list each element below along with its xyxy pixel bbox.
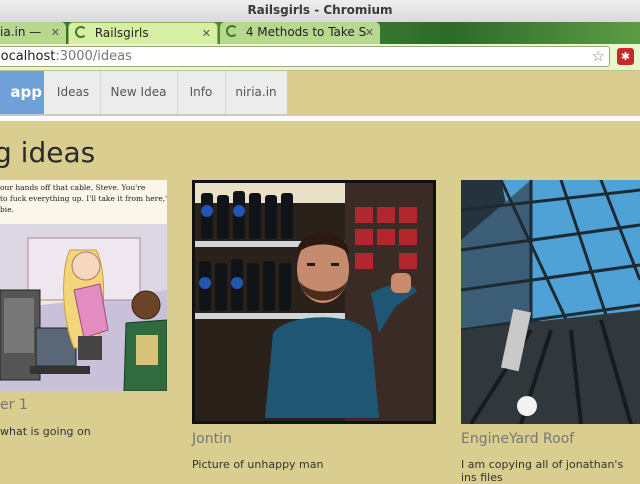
extension-icon[interactable]: ✱ bbox=[617, 48, 634, 65]
url-text: localhost:3000/ideas bbox=[0, 49, 132, 64]
url-host: localhost bbox=[0, 49, 56, 64]
comic-illustration: our hands off that cable, Steve. You're … bbox=[0, 180, 167, 391]
idea-image-comic[interactable]: our hands off that cable, Steve. You're … bbox=[0, 180, 167, 391]
url-path: :3000/ideas bbox=[55, 49, 132, 64]
loading-icon bbox=[226, 25, 238, 37]
tab-close-icon[interactable]: ✕ bbox=[202, 23, 211, 44]
page-title: g ideas bbox=[0, 136, 96, 169]
idea-description: what is going on bbox=[0, 425, 91, 438]
window-titlebar: Railsgirls - Chromium bbox=[0, 0, 640, 23]
window-title: Railsgirls - Chromium bbox=[247, 3, 393, 17]
tab-railsgirls[interactable]: Railsgirls ✕ bbox=[68, 22, 218, 44]
tab-label: Railsgirls bbox=[94, 26, 149, 40]
idea-title[interactable]: Jontin bbox=[192, 431, 232, 447]
tab-close-icon[interactable]: ✕ bbox=[51, 22, 60, 43]
comic-line-2: to fuck everything up. I'll take it from… bbox=[0, 194, 167, 203]
idea-description: Picture of unhappy man bbox=[192, 458, 324, 471]
idea-title[interactable]: EngineYard Roof bbox=[461, 431, 574, 447]
tab-strip: ia.in — ✕ 4 Methods to Take S ✕ Railsgir… bbox=[0, 22, 640, 44]
comic-line-1: our hands off that cable, Steve. You're bbox=[0, 183, 146, 192]
tab-label: ia.in — bbox=[0, 25, 42, 39]
idea-description: I am copying all of jonathan's ins files bbox=[461, 458, 624, 484]
navbar-divider bbox=[0, 116, 640, 121]
address-bar[interactable]: localhost:3000/ideas ☆ bbox=[0, 46, 610, 67]
nav-info[interactable]: Info bbox=[177, 71, 226, 114]
tab-niria[interactable]: ia.in — ✕ bbox=[0, 22, 66, 44]
tab-label: 4 Methods to Take S bbox=[245, 25, 367, 39]
comic-line-3: bie. bbox=[0, 205, 14, 214]
browser-toolbar: localhost:3000/ideas ☆ bbox=[0, 44, 640, 71]
photo-man bbox=[195, 183, 433, 421]
loading-icon bbox=[75, 26, 87, 38]
site-navbar: app Ideas New Idea Info niria.in bbox=[0, 71, 640, 115]
idea-title[interactable]: er 1 bbox=[0, 397, 28, 413]
tab-close-icon[interactable]: ✕ bbox=[365, 22, 374, 43]
web-page: app Ideas New Idea Info niria.in g ideas… bbox=[0, 71, 640, 484]
nav-niria[interactable]: niria.in bbox=[225, 71, 287, 114]
tab-methods[interactable]: 4 Methods to Take S ✕ bbox=[220, 22, 380, 44]
nav-new-idea[interactable]: New Idea bbox=[100, 71, 178, 114]
idea-image-roof[interactable] bbox=[461, 180, 640, 424]
photo-glass-roof bbox=[461, 180, 640, 424]
idea-image-man[interactable] bbox=[192, 180, 436, 424]
bookmark-star-icon[interactable]: ☆ bbox=[592, 47, 605, 65]
nav-ideas[interactable]: Ideas bbox=[46, 71, 101, 114]
brand-link[interactable]: app bbox=[0, 71, 44, 114]
